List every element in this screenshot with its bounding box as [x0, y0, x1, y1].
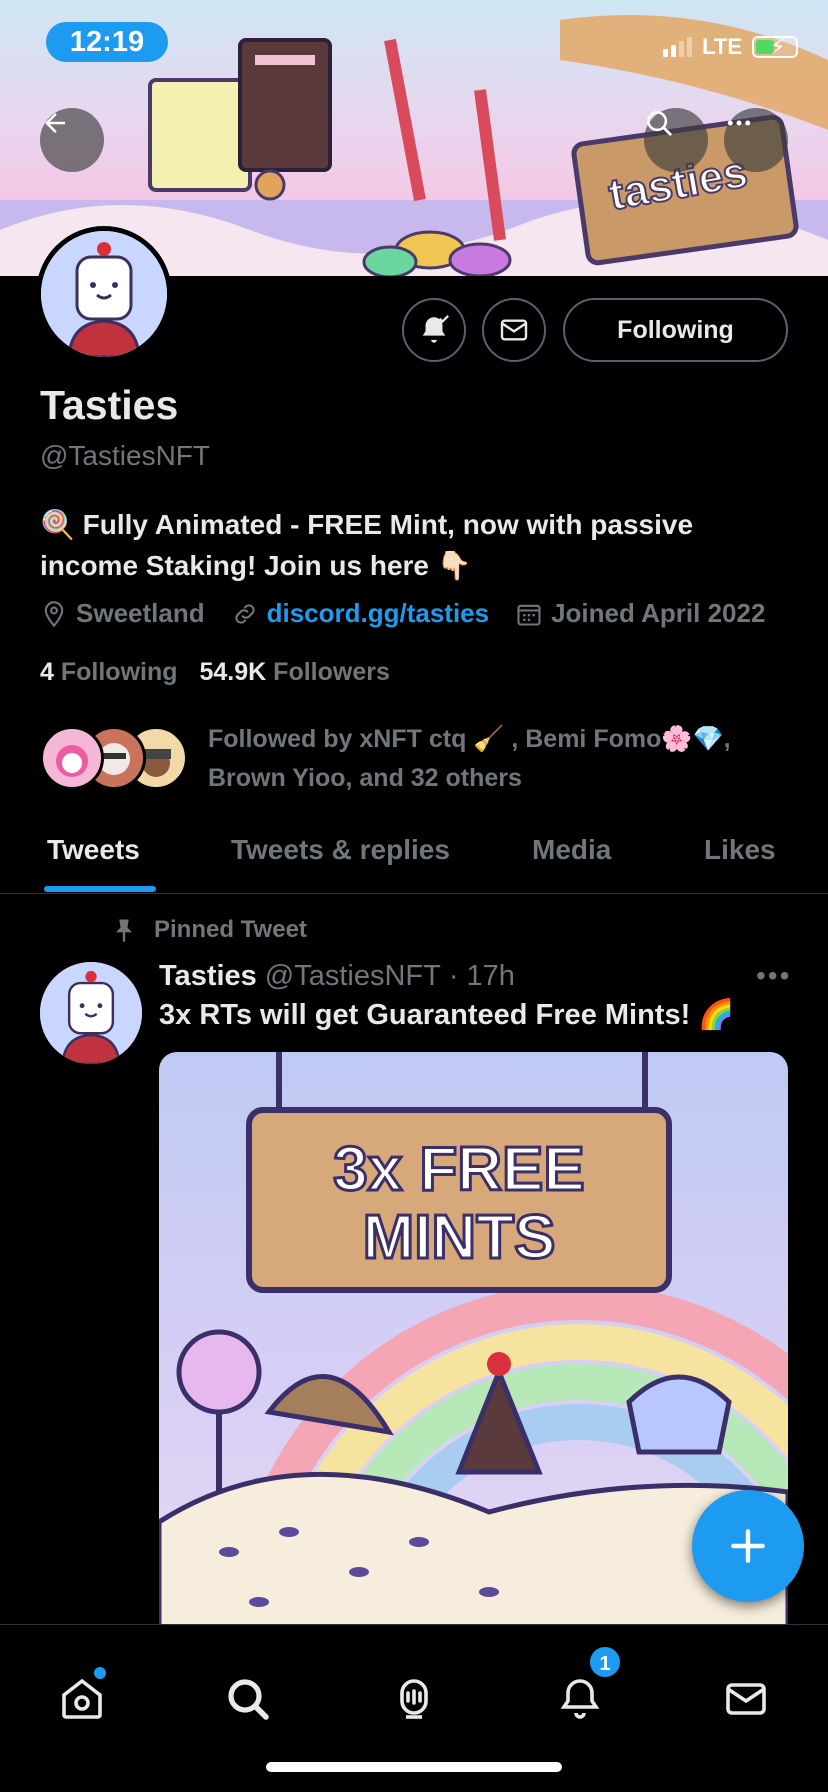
mail-icon [500, 319, 528, 341]
arrow-left-icon [45, 113, 65, 133]
spaces-microphone-icon [400, 1679, 428, 1719]
follow-counts: 4 Following 54.9K Followers [40, 658, 390, 687]
profile-avatar[interactable] [36, 226, 172, 362]
profile-handle: @TastiesNFT [40, 440, 210, 471]
notifications-badge: 1 [588, 1645, 622, 1679]
tweet-author-avatar[interactable] [40, 962, 142, 1064]
search-icon [228, 1679, 269, 1720]
following-count[interactable]: 4 Following [40, 658, 178, 687]
nav-messages[interactable] [716, 1669, 776, 1729]
network-label: LTE [702, 34, 742, 59]
location-pin-icon [44, 600, 64, 627]
profile-meta: Sweetland discord.gg/tasties Joined Apri… [40, 598, 791, 629]
home-new-dot [94, 1667, 106, 1679]
active-tab-indicator [44, 886, 156, 892]
mutual-avatars [40, 720, 190, 790]
tweet-header: Tasties @TastiesNFT · 17h [159, 960, 515, 993]
location-text: Sweetland [76, 598, 205, 628]
tab-media[interactable]: Media [532, 834, 611, 866]
profile-bio: 🍭 Fully Animated - FREE Mint, now with p… [40, 504, 780, 586]
bio-pointing-emoji: 👇🏻 [436, 550, 472, 581]
website-link[interactable]: discord.gg/tasties [267, 598, 490, 629]
battery-icon: ⚡ [752, 34, 798, 59]
plus-icon [731, 1529, 765, 1563]
bio-lollipop-emoji: 🍭 [40, 509, 75, 540]
status-icons: LTE ⚡ [663, 34, 798, 60]
notifications-toggle-button[interactable] [402, 298, 466, 362]
tab-likes[interactable]: Likes [704, 834, 776, 866]
pinned-tweet-label: Pinned Tweet [110, 916, 307, 944]
tweet-time: 17h [466, 960, 515, 992]
tweet-separator: · [448, 960, 459, 992]
tweet-text: 3x RTs will get Guaranteed Free Mints! 🌈 [159, 999, 735, 1031]
pin-icon [115, 919, 133, 942]
back-button[interactable] [40, 108, 104, 172]
image-headline-1: 3x FREE [333, 1135, 585, 1204]
mail-icon [726, 1683, 766, 1715]
search-button[interactable] [644, 108, 708, 172]
joined-item: Joined April 2022 [515, 598, 765, 629]
tweet-author-handle: @TastiesNFT [264, 960, 441, 992]
bell-icon [560, 1679, 600, 1719]
tweet-more-button[interactable]: ••• [756, 960, 791, 992]
home-icon [62, 1678, 102, 1719]
website-item[interactable]: discord.gg/tasties [231, 598, 490, 629]
nav-search[interactable] [218, 1669, 278, 1729]
calendar-icon [517, 604, 541, 626]
profile-name: Tasties [40, 382, 179, 428]
profile-tabs: Tweets Tweets & replies Media Likes [0, 820, 828, 894]
joined-text: Joined April 2022 [551, 598, 766, 628]
search-icon [647, 111, 672, 136]
image-headline-2: MINTS [363, 1203, 556, 1272]
bell-check-icon [422, 315, 449, 343]
following-button[interactable]: Following [563, 298, 788, 362]
link-icon [234, 603, 255, 624]
status-time: 12:19 [46, 22, 168, 62]
more-horizontal-icon [727, 120, 751, 126]
tweet-author-name[interactable]: Tasties [159, 960, 257, 993]
signal-icon [663, 37, 693, 57]
location-item: Sweetland [40, 598, 205, 629]
bio-text: Fully Animated - FREE Mint, now with pas… [40, 509, 694, 581]
compose-tweet-button[interactable] [692, 1490, 804, 1602]
followers-count[interactable]: 54.9K Followers [200, 658, 390, 687]
nav-spaces[interactable] [384, 1669, 444, 1729]
home-indicator [266, 1762, 562, 1772]
message-button[interactable] [482, 298, 546, 362]
more-options-button[interactable] [724, 108, 788, 172]
followed-by-text: Followed by xNFT ctq 🧹 , Bemi Fomo🌸💎, Br… [208, 725, 731, 792]
mutual-avatar [40, 726, 104, 790]
followed-by-section[interactable]: Followed by xNFT ctq 🧹 , Bemi Fomo🌸💎, Br… [40, 720, 768, 798]
tab-tweets[interactable]: Tweets [47, 834, 140, 866]
tab-tweets-replies[interactable]: Tweets & replies [231, 834, 450, 866]
